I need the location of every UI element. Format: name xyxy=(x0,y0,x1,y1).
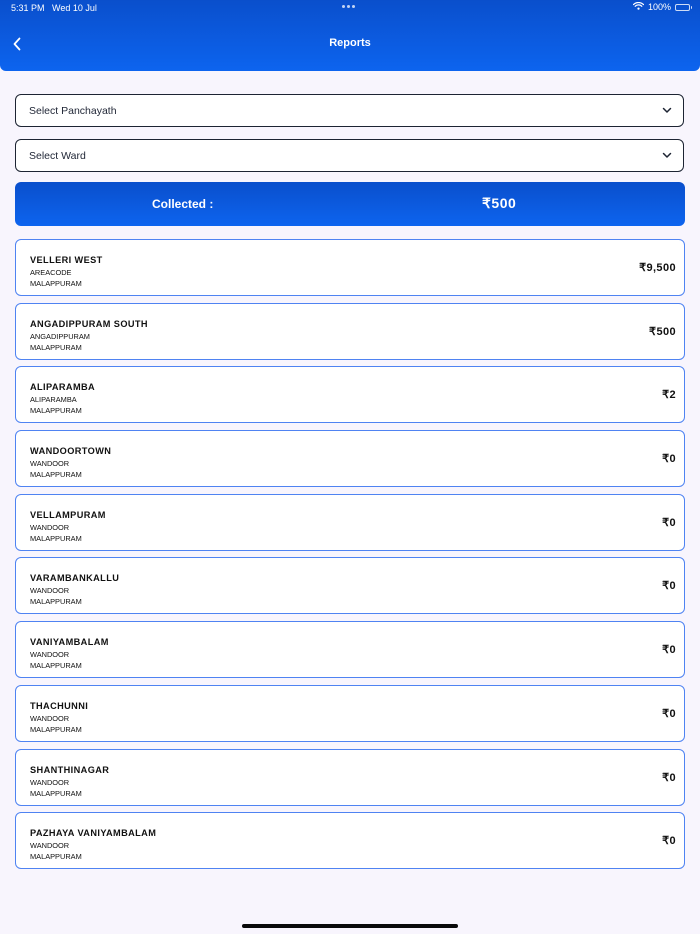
ward-name: VELLERI WEST xyxy=(30,255,103,265)
collected-amount: ₹0 xyxy=(662,835,676,848)
ward-name: ANGADIPPURAM SOUTH xyxy=(30,318,148,329)
district-name: MALAPPURAM xyxy=(30,661,82,671)
report-card[interactable]: VELLERI WEST AREACODE MALAPPURAM ₹9,500 xyxy=(15,239,685,296)
report-card[interactable]: WANDOORTOWN WANDOOR MALAPPURAM ₹0 xyxy=(15,430,685,488)
report-card[interactable]: VARAMBANKALLU WANDOOR MALAPPURAM ₹0 xyxy=(15,557,685,615)
ward-select-label: Select Ward xyxy=(29,149,86,162)
district-name: MALAPPURAM xyxy=(30,406,82,416)
panchayath-name: AREACODE xyxy=(30,268,72,277)
report-card[interactable]: ALIPARAMBA ALIPARAMBA MALAPPURAM ₹2 xyxy=(15,366,685,424)
report-card[interactable]: ANGADIPPURAM SOUTH ANGADIPPURAM MALAPPUR… xyxy=(15,302,685,360)
report-card[interactable]: PAZHAYA VANIYAMBALAM WANDOOR MALAPPURAM … xyxy=(15,812,685,870)
collected-amount: ₹0 xyxy=(662,453,676,466)
ward-name: SHANTHINAGAR xyxy=(30,764,110,775)
collected-amount: ₹2 xyxy=(662,389,676,402)
collected-amount: ₹500 xyxy=(649,325,676,338)
panchayath-name: WANDOOR xyxy=(30,459,70,469)
panchayath-select-label: Select Panchayath xyxy=(29,104,117,117)
ward-name: VANIYAMBALAM xyxy=(30,637,109,648)
ward-name: WANDOORTOWN xyxy=(30,446,112,457)
district-name: MALAPPURAM xyxy=(30,279,82,288)
panchayath-name: ANGADIPPURAM xyxy=(30,331,90,341)
wifi-icon xyxy=(632,1,645,12)
panchayath-name: WANDOOR xyxy=(30,841,70,851)
battery-icon xyxy=(675,3,692,11)
ward-name: VARAMBANKALLU xyxy=(30,573,120,584)
collected-summary: Collected : ₹500 xyxy=(15,182,685,226)
ward-name: PAZHAYA VANIYAMBALAM xyxy=(30,828,157,839)
page-title: Reports xyxy=(329,37,371,49)
collected-amount: ₹0 xyxy=(662,644,676,657)
ward-name: ALIPARAMBA xyxy=(30,382,96,393)
ward-name: THACHUNNI xyxy=(30,700,89,711)
panchayath-name: WANDOOR xyxy=(30,713,70,723)
status-indicators: 100% xyxy=(632,1,692,12)
multitasking-dots-icon[interactable] xyxy=(342,5,355,8)
panchayath-name: ALIPARAMBA xyxy=(30,395,77,405)
collected-amount: ₹0 xyxy=(662,707,676,720)
report-card[interactable]: THACHUNNI WANDOOR MALAPPURAM ₹0 xyxy=(15,684,685,742)
status-time: 5:31 PM Wed 10 Jul xyxy=(11,3,97,13)
battery-percent: 100% xyxy=(647,2,671,12)
ward-select[interactable]: Select Ward xyxy=(15,139,684,172)
app-header: 5:31 PM Wed 10 Jul 100% Reports xyxy=(0,0,700,71)
report-card[interactable]: SHANTHINAGAR WANDOOR MALAPPURAM ₹0 xyxy=(15,748,685,806)
collected-amount: ₹0 xyxy=(662,516,676,529)
report-list: VELLERI WEST AREACODE MALAPPURAM ₹9,500 … xyxy=(15,239,685,876)
report-card[interactable]: VELLAMPURAM WANDOOR MALAPPURAM ₹0 xyxy=(15,493,685,551)
collected-amount: ₹0 xyxy=(662,580,676,593)
ward-name: VELLAMPURAM xyxy=(30,509,106,520)
district-name: MALAPPURAM xyxy=(30,724,82,734)
district-name: MALAPPURAM xyxy=(30,852,82,862)
collected-amount: ₹500 xyxy=(482,195,517,211)
panchayath-name: WANDOOR xyxy=(30,650,70,660)
district-name: MALAPPURAM xyxy=(30,470,82,480)
collected-amount: ₹0 xyxy=(662,771,676,784)
panchayath-name: WANDOOR xyxy=(30,586,70,596)
panchayath-name: WANDOOR xyxy=(30,522,70,532)
home-indicator[interactable] xyxy=(242,924,458,928)
district-name: MALAPPURAM xyxy=(30,597,82,607)
collected-amount: ₹9,500 xyxy=(639,262,676,274)
district-name: MALAPPURAM xyxy=(30,342,82,352)
chevron-down-icon xyxy=(662,152,672,158)
collected-label: Collected : xyxy=(152,197,214,211)
chevron-down-icon xyxy=(662,107,672,113)
report-card[interactable]: VANIYAMBALAM WANDOOR MALAPPURAM ₹0 xyxy=(15,621,685,679)
panchayath-name: WANDOOR xyxy=(30,777,70,787)
district-name: MALAPPURAM xyxy=(30,788,82,798)
panchayath-select[interactable]: Select Panchayath xyxy=(15,94,684,127)
district-name: MALAPPURAM xyxy=(30,533,82,543)
